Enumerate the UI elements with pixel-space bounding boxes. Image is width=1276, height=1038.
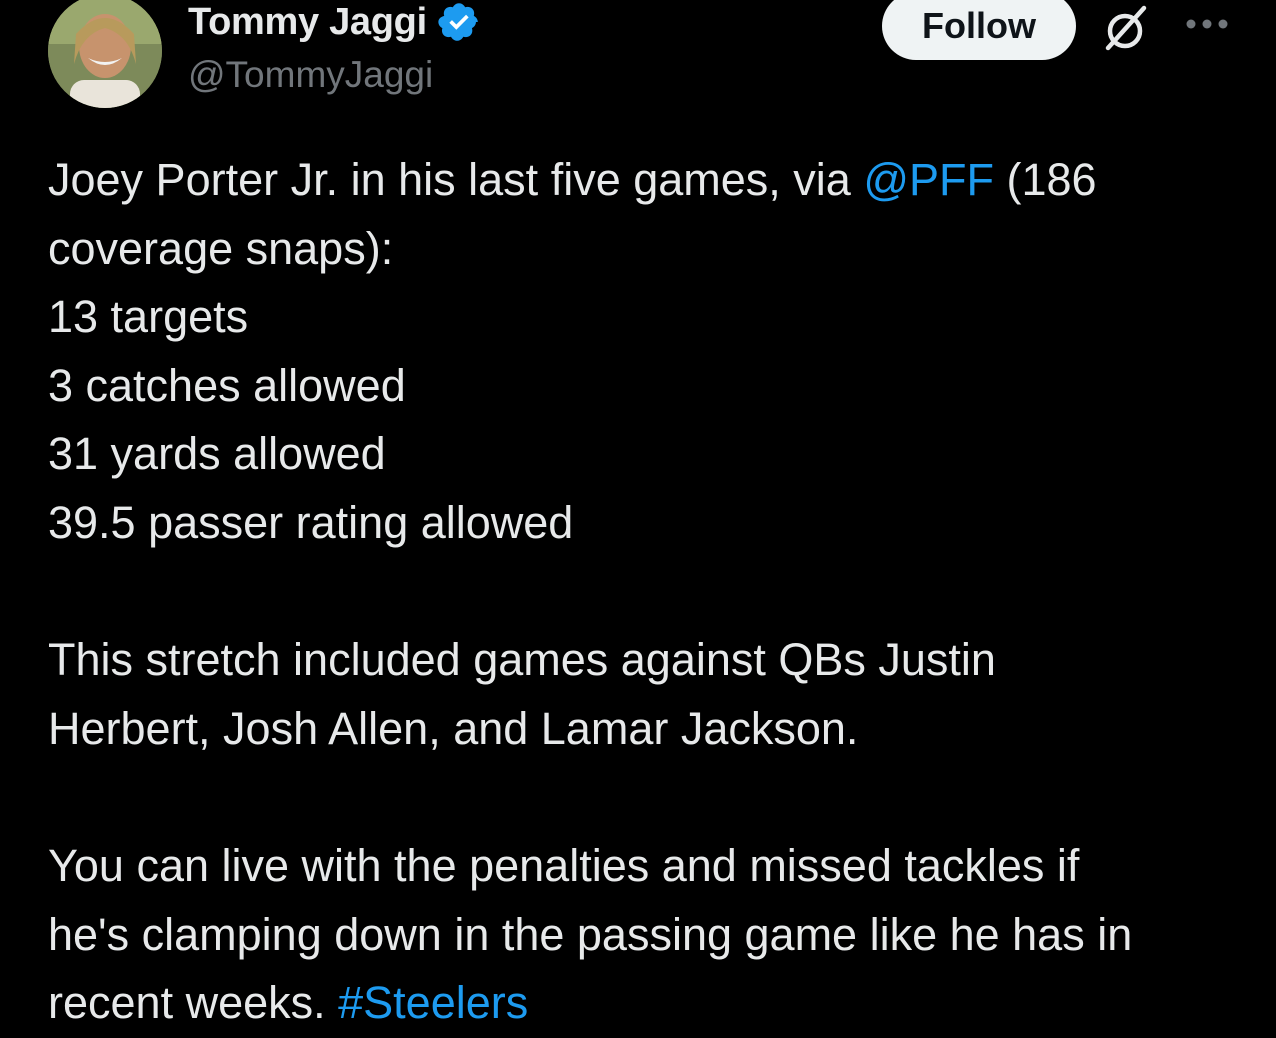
tweet-text-segment: Joey Porter Jr. in his last five games, … [48,154,864,205]
tweet-line: This stretch included games against QBs … [48,634,996,686]
avatar-photo [48,0,162,108]
tweet-line: Joey Porter Jr. in his last five games, … [48,146,1248,215]
grok-icon[interactable] [1100,2,1152,54]
author-name-row: Tommy Jaggi [188,0,481,44]
tweet-line: 3 catches allowed [48,359,406,411]
author-avatar[interactable] [48,0,162,108]
tweet-text-segment: recent weeks. [48,977,339,1029]
tweet-text-segment: (186 [994,154,1097,205]
tweet-line: 13 targets [48,291,249,343]
tweet-line: 31 yards allowed [48,428,386,480]
author-display-name[interactable]: Tommy Jaggi [188,1,427,44]
tweet-line: 39.5 passer rating allowed [48,496,574,548]
tweet-line: Herbert, Josh Allen, and Lamar Jackson. [48,702,859,754]
follow-button[interactable]: Follow [882,0,1076,60]
tweet-line: recent weeks. #Steelers [48,969,1248,1038]
steelers-hashtag-link[interactable]: #Steelers [338,977,528,1028]
tweet-line: he's clamping down in the passing game l… [48,908,1133,960]
tweet-line: coverage snaps): [48,222,394,274]
author-handle[interactable]: @TommyJaggi [188,54,433,96]
pff-mention-link[interactable]: @PFF [863,154,994,205]
verified-badge-icon [437,0,481,44]
tweet-text: Joey Porter Jr. in his last five games, … [48,146,1248,1038]
tweet-line: You can live with the penalties and miss… [48,839,1080,891]
more-horizontal-icon[interactable] [1184,14,1230,34]
